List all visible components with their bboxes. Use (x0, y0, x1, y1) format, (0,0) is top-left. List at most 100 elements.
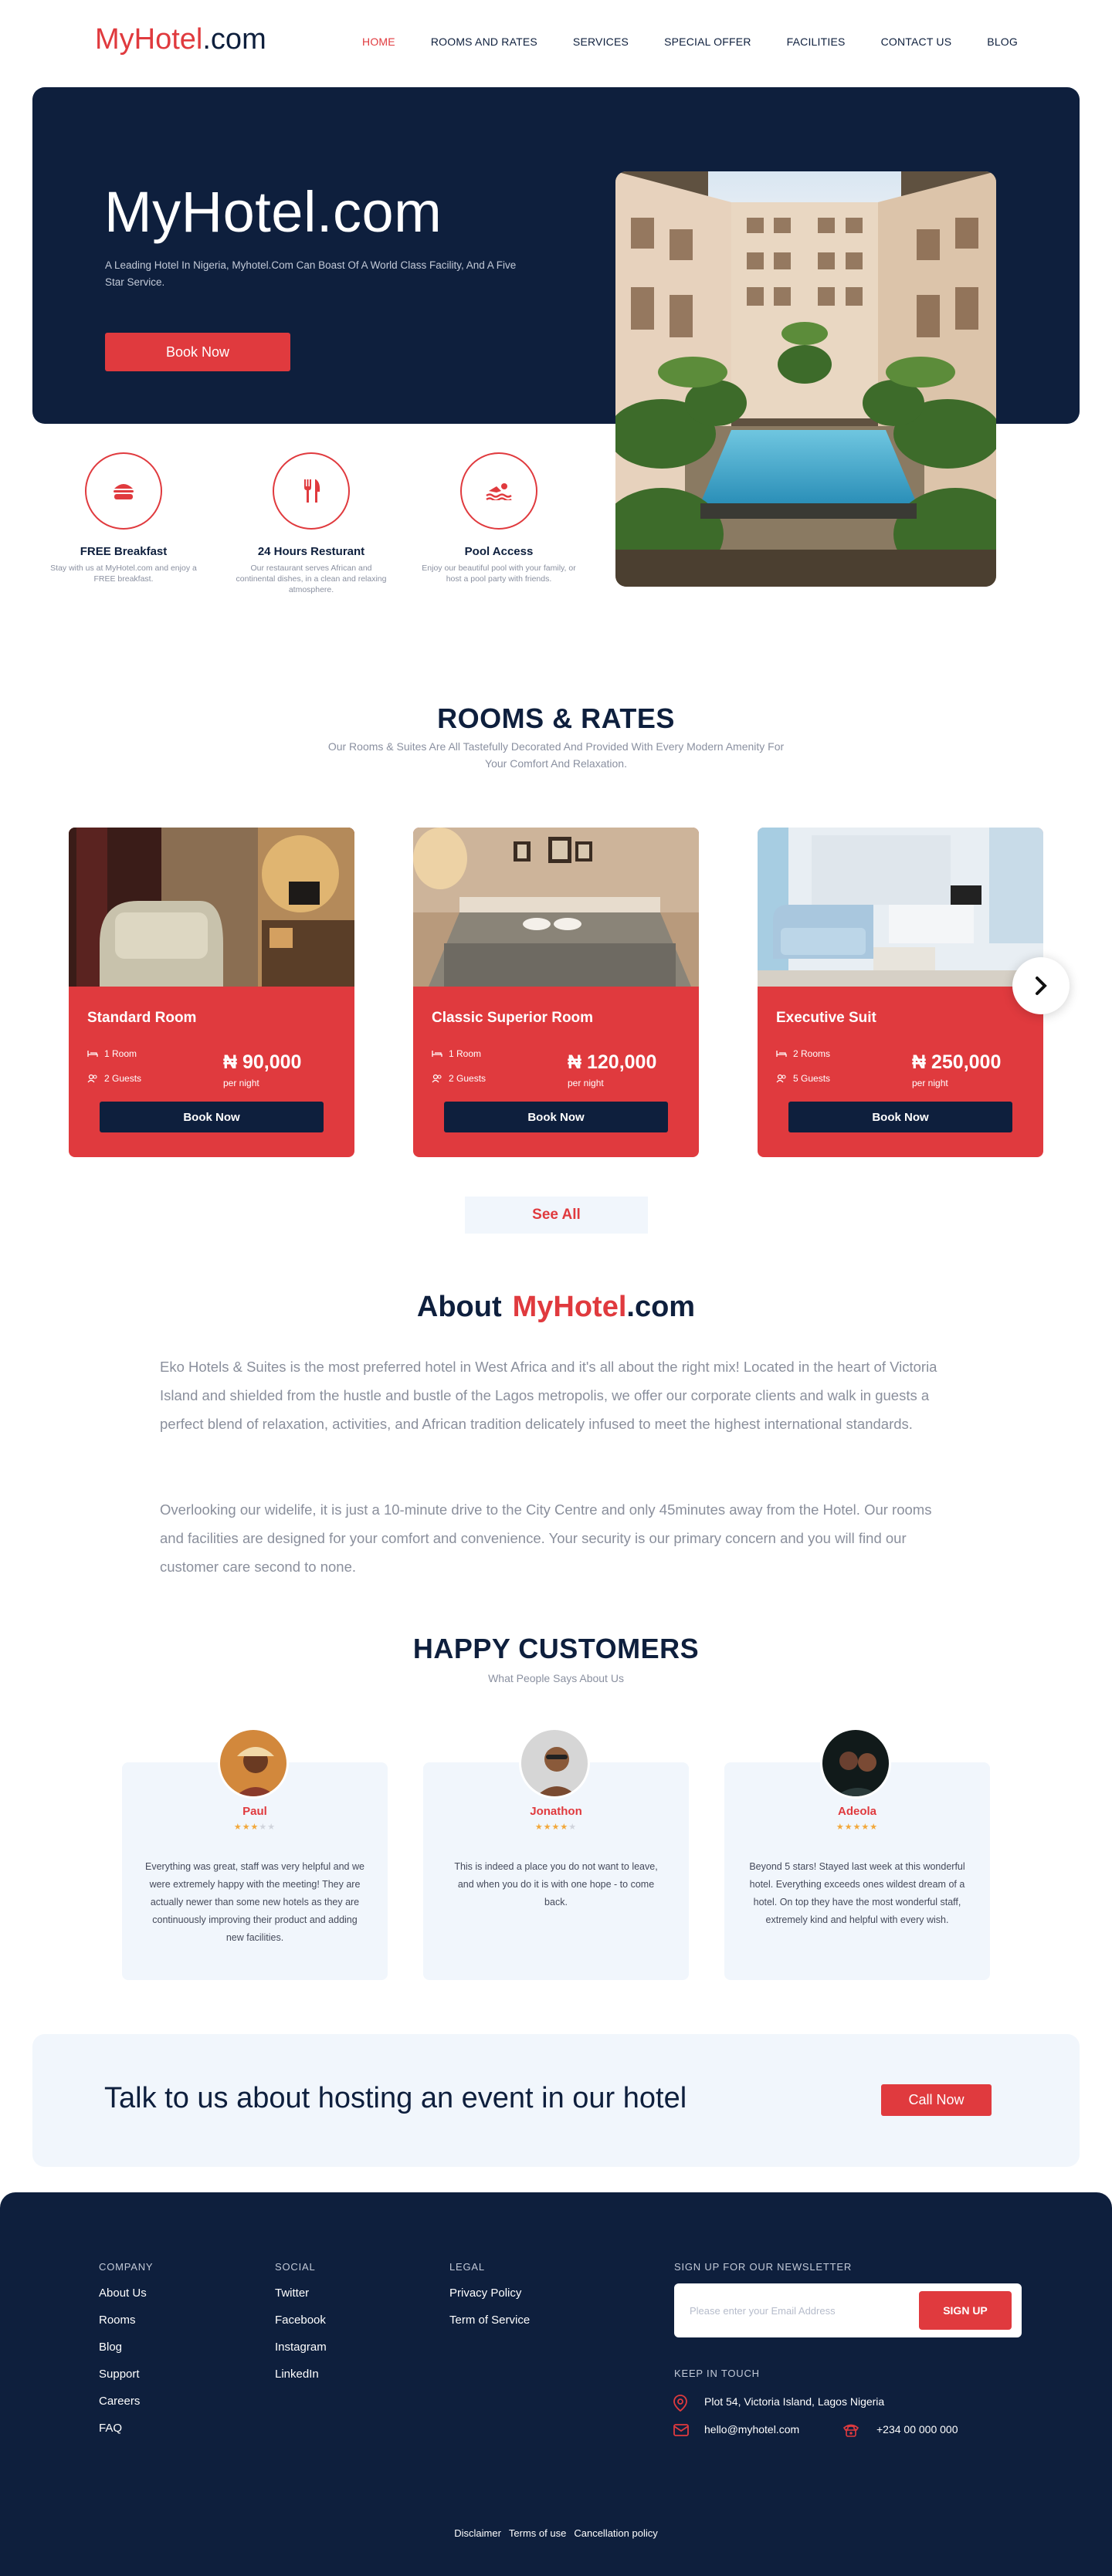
fork-knife-icon (273, 452, 350, 530)
bed-icon (776, 1051, 787, 1057)
newsletter-heading: SIGN UP FOR OUR NEWSLETTER (674, 2261, 853, 2273)
nav-facilities[interactable]: FACILITIES (787, 36, 846, 48)
executive-suit-image (758, 828, 1043, 987)
newsletter-email-input[interactable] (690, 2300, 898, 2320)
room-price-unit: per night (568, 1078, 604, 1088)
room-price: ₦ 250,000 (912, 1051, 1002, 1073)
room-count-text: 1 Room (104, 1048, 137, 1059)
review-text: Everything was great, staff was very hel… (145, 1861, 364, 1943)
room-count: 2 Rooms (776, 1048, 830, 1059)
room-price: ₦ 120,000 (568, 1051, 657, 1073)
users-icon (432, 1074, 442, 1083)
footer-link-blog[interactable]: Blog (99, 2341, 122, 2354)
feature-title: Pool Access (464, 545, 534, 558)
feature-free-breakfast: FREE Breakfast Stay with us at MyHotel.c… (39, 452, 208, 584)
room-count-text: 1 Room (449, 1048, 482, 1059)
footer-link-disclaimer[interactable]: Disclaimer (454, 2527, 501, 2539)
phone-icon (842, 2423, 859, 2441)
footer-bottom-links: Disclaimer Terms of use Cancellation pol… (0, 2527, 1112, 2539)
bed-icon (87, 1051, 98, 1057)
book-now-button[interactable]: Book Now (444, 1102, 668, 1132)
rooms-section-title: ROOMS & RATES (437, 702, 675, 734)
footer-legal-heading: LEGAL (449, 2261, 485, 2273)
newsletter-signup-button[interactable]: SIGN UP (919, 2291, 1012, 2330)
book-now-button[interactable]: Book Now (100, 1102, 324, 1132)
hero-title: MyHotel.com (104, 180, 442, 244)
rating-stars: ★★★★★ (233, 1823, 276, 1832)
review-text: This is indeed a place you do not want t… (454, 1861, 658, 1907)
guest-count-text: 5 Guests (793, 1073, 831, 1084)
reviewer-name: Adeola (837, 1805, 876, 1818)
footer-link-careers[interactable]: Careers (99, 2395, 140, 2408)
users-icon (87, 1074, 97, 1083)
room-count: 1 Room (87, 1048, 137, 1059)
room-card-standard[interactable]: Standard Room 1 Room 2 Guests ₦ 90,000 p… (69, 828, 354, 1157)
nav-contact-us[interactable]: CONTACT US (881, 36, 952, 48)
event-banner-text: Talk to us about hosting an event in our… (104, 2082, 687, 2114)
site-logo[interactable]: MyHotel.com (95, 23, 266, 56)
room-price: ₦ 90,000 (223, 1051, 302, 1073)
about-paragraph-2: Overlooking our widelife, it is just a 1… (160, 1501, 932, 1575)
footer-link-linkedin[interactable]: LinkedIn (275, 2368, 319, 2381)
nav-rooms-and-rates[interactable]: ROOMS AND RATES (431, 36, 537, 48)
footer-link-rooms[interactable]: Rooms (99, 2314, 136, 2327)
nav-home[interactable]: HOME (362, 36, 395, 48)
about-paragraph-1: Eko Hotels & Suites is the most preferre… (160, 1359, 937, 1432)
guest-count-text: 2 Guests (104, 1073, 142, 1084)
call-now-button[interactable]: Call Now (881, 2084, 992, 2116)
feature-desc: Stay with us at MyHotel.com and enjoy a … (50, 564, 197, 584)
customers-title: HAPPY CUSTOMERS (412, 1633, 700, 1664)
standard-room-image (69, 828, 354, 987)
footer-link-terms-of-use[interactable]: Terms of use (509, 2527, 566, 2539)
hero-book-now-button[interactable]: Book Now (105, 333, 290, 371)
burger-icon (85, 452, 162, 530)
book-now-button[interactable]: Book Now (788, 1102, 1012, 1132)
site-footer (0, 2192, 1112, 2576)
room-count: 1 Room (432, 1048, 481, 1059)
footer-link-about-us[interactable]: About Us (99, 2287, 147, 2300)
nav-special-offer[interactable]: SPECIAL OFFER (664, 36, 751, 48)
footer-link-faq[interactable]: FAQ (99, 2422, 122, 2435)
footer-link-terms-of-service[interactable]: Term of Service (449, 2314, 530, 2327)
keep-in-touch-heading: KEEP IN TOUCH (674, 2368, 760, 2379)
nav-services[interactable]: SERVICES (573, 36, 629, 48)
about-title-brand-1: MyHotel (512, 1291, 627, 1323)
see-all-rooms-button[interactable]: See All (465, 1197, 648, 1234)
nav-blog[interactable]: BLOG (987, 36, 1018, 48)
room-price-unit: per night (912, 1078, 948, 1088)
logo-part-1: MyHotel (95, 23, 203, 56)
rating-stars: ★★★★★ (534, 1823, 578, 1832)
footer-link-twitter[interactable]: Twitter (275, 2287, 309, 2300)
contact-address: Plot 54, Victoria Island, Lagos Nigeria (704, 2395, 885, 2408)
room-card-classic-superior[interactable]: Classic Superior Room 1 Room 2 Guests ₦ … (413, 828, 699, 1157)
hotel-courtyard-image (615, 171, 996, 587)
avatar (218, 1728, 289, 1799)
avatar (820, 1728, 891, 1799)
contact-email[interactable]: hello@myhotel.com (704, 2423, 799, 2436)
hero-subtitle: A Leading Hotel In Nigeria, Myhotel.Com … (105, 259, 517, 288)
review-text: Beyond 5 stars! Stayed last week at this… (749, 1861, 965, 1925)
footer-link-cancellation-policy[interactable]: Cancellation policy (574, 2527, 657, 2539)
room-name: Standard Room (87, 1010, 197, 1026)
swimmer-icon (460, 452, 537, 530)
rating-stars: ★★★★★ (836, 1823, 879, 1832)
contact-phone[interactable]: +234 00 000 000 (876, 2423, 958, 2436)
footer-link-support[interactable]: Support (99, 2368, 140, 2381)
footer-link-instagram[interactable]: Instagram (275, 2341, 327, 2354)
about-title-brand-2: .com (626, 1291, 696, 1323)
footer-company-heading: COMPANY (99, 2261, 154, 2273)
about-title-prefix: About (416, 1291, 502, 1323)
footer-link-facebook[interactable]: Facebook (275, 2314, 326, 2327)
guest-count: 2 Guests (432, 1073, 486, 1084)
logo-part-2: .com (202, 23, 266, 56)
feature-desc: Our restaurant serves African and contin… (236, 564, 387, 594)
carousel-next-button[interactable] (1012, 957, 1070, 1014)
room-card-executive-suit[interactable]: Executive Suit 2 Rooms 5 Guests ₦ 250,00… (758, 828, 1043, 1157)
about-title: About MyHotel.com (0, 1291, 1112, 1324)
room-name: Classic Superior Room (432, 1010, 594, 1026)
guest-count: 2 Guests (87, 1073, 141, 1084)
room-price-unit: per night (223, 1078, 259, 1088)
room-name: Executive Suit (776, 1010, 876, 1026)
footer-link-privacy-policy[interactable]: Privacy Policy (449, 2287, 521, 2300)
customers-subtitle: What People Says About Us (488, 1672, 624, 1684)
